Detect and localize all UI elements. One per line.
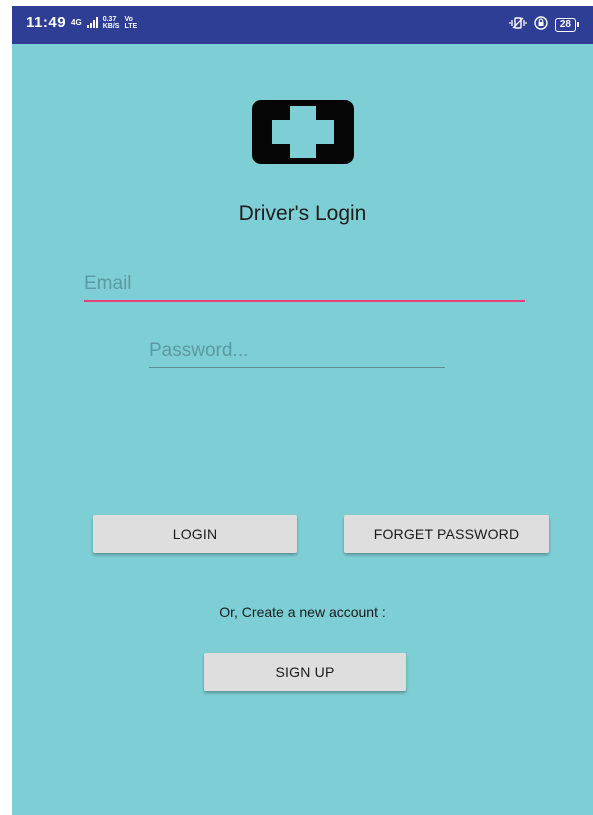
login-button[interactable]: LOGIN (93, 515, 297, 553)
status-left-group: 11:49 4G 0.37 KB/S Vo LTE (26, 14, 137, 31)
vibrate-icon (509, 17, 527, 32)
status-time: 11:49 (26, 14, 67, 31)
password-input[interactable] (149, 336, 445, 368)
signal-strength-icon (86, 17, 98, 28)
data-speed-unit: KB/S (102, 22, 120, 30)
status-right-group: 28 (509, 16, 579, 33)
create-account-text: Or, Create a new account : (219, 604, 386, 620)
medical-cross-icon (252, 100, 354, 164)
sign-up-button[interactable]: SIGN UP (204, 653, 406, 691)
battery-tip (577, 22, 579, 27)
email-input[interactable] (84, 270, 525, 302)
battery-level: 28 (554, 17, 576, 32)
page-title: Driver's Login (238, 202, 367, 225)
data-speed-value: 0.37 (102, 15, 117, 23)
status-bar: 11:49 4G 0.37 KB/S Vo LTE 28 (12, 6, 593, 44)
network-type-label: 4G (71, 17, 82, 27)
phone-screen: 11:49 4G 0.37 KB/S Vo LTE 28 Driver's Lo… (12, 6, 593, 815)
volte-bottom-label: LTE (124, 22, 138, 30)
battery-icon: 28 (554, 17, 579, 32)
login-screen: Driver's Login LOGIN FORGET PASSWORD Or,… (12, 44, 593, 815)
volte-top-label: Vo (124, 15, 133, 23)
forget-password-button[interactable]: FORGET PASSWORD (344, 515, 549, 553)
volte-indicator: Vo LTE (124, 16, 137, 30)
data-speed-indicator: 0.37 KB/S (103, 16, 120, 30)
rotation-lock-icon (534, 16, 548, 33)
